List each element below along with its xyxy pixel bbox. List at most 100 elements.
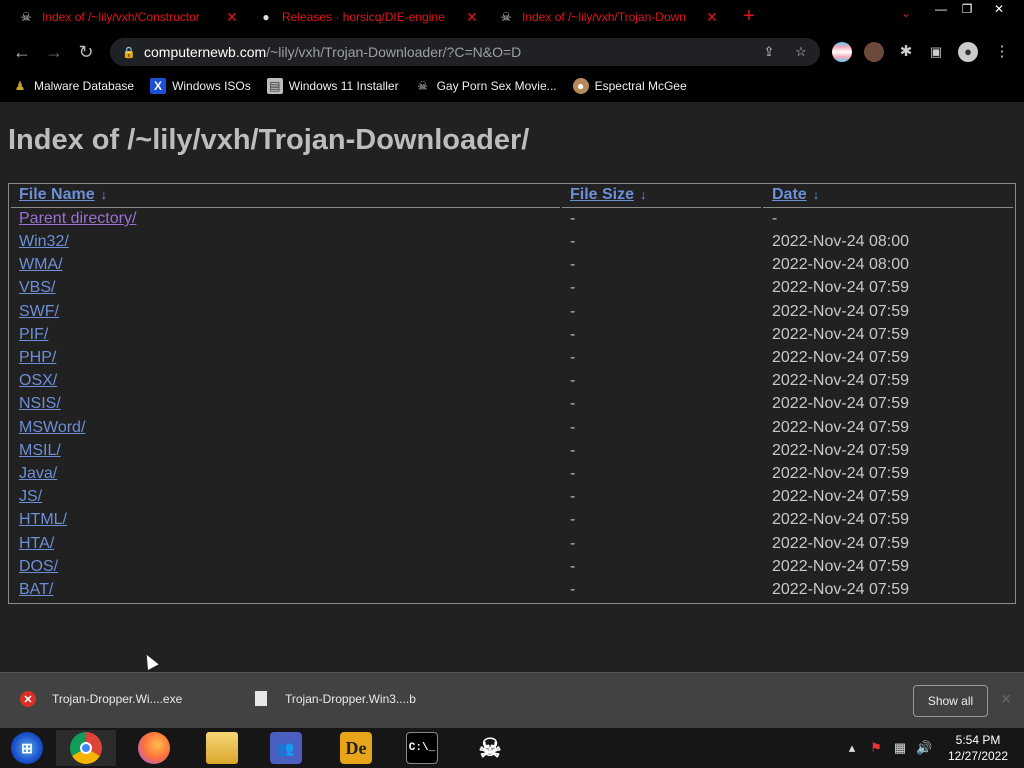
taskbar-firefox[interactable] (124, 730, 184, 766)
header-file-name[interactable]: File Name ↓ (19, 186, 107, 204)
sort-arrow-icon: ↓ (100, 187, 108, 202)
bookmark-espectral-mcgee[interactable]: ● Espectral McGee (572, 78, 687, 94)
directory-link[interactable]: VBS/ (19, 279, 55, 296)
bookmark-star-icon[interactable]: ☆ (792, 43, 810, 61)
taskbar-chrome[interactable] (56, 730, 116, 766)
taskbar-cmd[interactable]: C:\_ (392, 730, 452, 766)
file-date: 2022-Nov-24 07:59 (772, 279, 909, 297)
taskbar-messenger[interactable]: 👥 (256, 730, 316, 766)
bookmarks-bar: ♟ Malware Database X Windows ISOs ▤ Wind… (0, 70, 1024, 102)
table-row: HTA/ - 2022-Nov-24 07:59 (9, 535, 1015, 558)
extension-avatar-icon[interactable] (864, 42, 884, 62)
sort-by-size-link[interactable]: File Size (570, 186, 634, 203)
directory-link[interactable]: MSIL/ (19, 442, 61, 459)
extension-flag-icon[interactable] (832, 42, 852, 62)
directory-link[interactable]: JS/ (19, 488, 42, 505)
directory-link[interactable]: DOS/ (19, 558, 58, 575)
header-divider (763, 207, 1013, 208)
tab-strip: ☠ Index of /~lily/vxh/Constructor ✕ ● Re… (0, 0, 1024, 34)
show-all-button[interactable]: Show all (913, 685, 988, 717)
directory-link[interactable]: WMA/ (19, 256, 63, 273)
taskbar-de-app[interactable]: De (326, 730, 386, 766)
share-icon[interactable]: ⇪ (760, 43, 778, 61)
show-hidden-icons-button[interactable]: ▴ (844, 740, 860, 756)
sort-by-date-link[interactable]: Date (772, 186, 807, 203)
address-bar[interactable]: 🔒 computernewb.com/~lily/vxh/Trojan-Down… (110, 38, 820, 66)
file-name-cell: DOS/ (19, 558, 58, 576)
directory-link[interactable]: HTML/ (19, 511, 67, 528)
back-button[interactable]: ← (10, 40, 34, 64)
file-size: - (570, 511, 576, 529)
taskbar-explorer[interactable] (192, 730, 252, 766)
side-panel-icon[interactable]: ▣ (926, 42, 946, 62)
directory-link[interactable]: PIF/ (19, 326, 48, 343)
file-name-cell: PIF/ (19, 326, 48, 344)
file-name-cell: WMA/ (19, 256, 63, 274)
header-date[interactable]: Date ↓ (772, 186, 819, 204)
profile-icon[interactable]: ● (958, 42, 978, 62)
de-icon: De (340, 732, 372, 764)
network-icon[interactable]: ▦ (892, 740, 908, 756)
directory-link[interactable]: PHP/ (19, 349, 56, 366)
header-file-size[interactable]: File Size ↓ (570, 186, 647, 204)
directory-link[interactable]: OSX/ (19, 372, 57, 389)
close-tab-icon[interactable]: ✕ (464, 9, 480, 26)
close-shelf-icon[interactable]: ✕ (998, 691, 1014, 707)
file-name-cell: VBS/ (19, 279, 55, 297)
tab-search-button[interactable]: ⌄ (896, 6, 916, 26)
parent-directory-link[interactable]: Parent directory/ (19, 210, 136, 227)
tab-releases[interactable]: ● Releases · horsicq/DIE-engine ✕ (250, 4, 488, 30)
console-icon: C:\_ (406, 732, 438, 764)
menu-kebab-icon[interactable]: ⋮ (992, 42, 1012, 62)
directory-link[interactable]: SWF/ (19, 303, 59, 320)
error-icon: ✕ (20, 691, 36, 707)
maximize-button[interactable]: ❐ (952, 0, 982, 18)
directory-link[interactable]: Win32/ (19, 233, 69, 250)
page-content: Index of /~lily/vxh/Trojan-Downloader/ F… (0, 102, 1024, 672)
bookmark-label: Windows 11 Installer (288, 79, 399, 93)
download-shelf: ✕ Trojan-Dropper.Wi....exe Trojan-Droppe… (0, 672, 1024, 728)
download-item[interactable]: Trojan-Dropper.Win3....b (255, 691, 416, 706)
header-divider (11, 207, 560, 208)
directory-link[interactable]: HTA/ (19, 535, 54, 552)
action-center-icon[interactable]: ⚑ (868, 740, 884, 756)
table-row: VBS/ - 2022-Nov-24 07:59 (9, 279, 1015, 302)
skull-icon: ☠ (20, 10, 32, 24)
reload-button[interactable]: ↻ (74, 40, 98, 64)
directory-link[interactable]: Java/ (19, 465, 57, 482)
file-size: - (570, 534, 576, 552)
file-date: 2022-Nov-24 07:59 (772, 395, 909, 413)
start-button[interactable]: ⊞ (0, 730, 54, 766)
close-tab-icon[interactable]: ✕ (224, 9, 240, 26)
taskbar-clock[interactable]: 5:54 PM 12/27/2022 (940, 732, 1016, 764)
directory-link[interactable]: NSIS/ (19, 395, 61, 412)
volume-icon[interactable]: 🔊 (916, 740, 932, 756)
bookmark-malware-database[interactable]: ♟ Malware Database (12, 78, 134, 94)
close-tab-icon[interactable]: ✕ (704, 9, 720, 26)
directory-link[interactable]: BAT/ (19, 581, 53, 598)
download-item[interactable]: ✕ Trojan-Dropper.Wi....exe (20, 691, 182, 707)
table-row: NSIS/ - 2022-Nov-24 07:59 (9, 395, 1015, 418)
file-size: - (570, 557, 576, 575)
forward-button[interactable]: → (42, 40, 66, 64)
url-text[interactable]: computernewb.com/~lily/vxh/Trojan-Downlo… (144, 44, 521, 60)
bookmark-gay-porn[interactable]: ☠ Gay Porn Sex Movie... (415, 78, 556, 94)
tab-trojan-downloader[interactable]: ☠ Index of /~lily/vxh/Trojan-Down ✕ (490, 4, 728, 30)
file-size: - (570, 441, 576, 459)
sort-arrow-icon: ↓ (812, 187, 820, 202)
bookmark-windows-11-installer[interactable]: ▤ Windows 11 Installer (266, 78, 399, 94)
taskbar-skull-app[interactable]: ☠ (460, 730, 520, 766)
browser-toolbar: ← → ↻ 🔒 computernewb.com/~lily/vxh/Troja… (0, 34, 1024, 70)
tab-constructor[interactable]: ☠ Index of /~lily/vxh/Constructor ✕ (10, 4, 248, 30)
chrome-icon (70, 732, 102, 764)
bookmark-windows-isos[interactable]: X Windows ISOs (150, 78, 251, 94)
close-window-button[interactable]: ✕ (982, 0, 1016, 18)
url-host: computernewb.com (144, 44, 267, 60)
directory-link[interactable]: MSWord/ (19, 419, 85, 436)
person-icon: ♟ (14, 79, 26, 93)
new-tab-button[interactable]: + (738, 6, 760, 28)
extensions-puzzle-icon[interactable]: ✱ (896, 42, 916, 62)
file-name-cell: JS/ (19, 488, 42, 506)
sort-by-name-link[interactable]: File Name (19, 186, 95, 203)
lock-icon[interactable]: 🔒 (122, 46, 136, 59)
